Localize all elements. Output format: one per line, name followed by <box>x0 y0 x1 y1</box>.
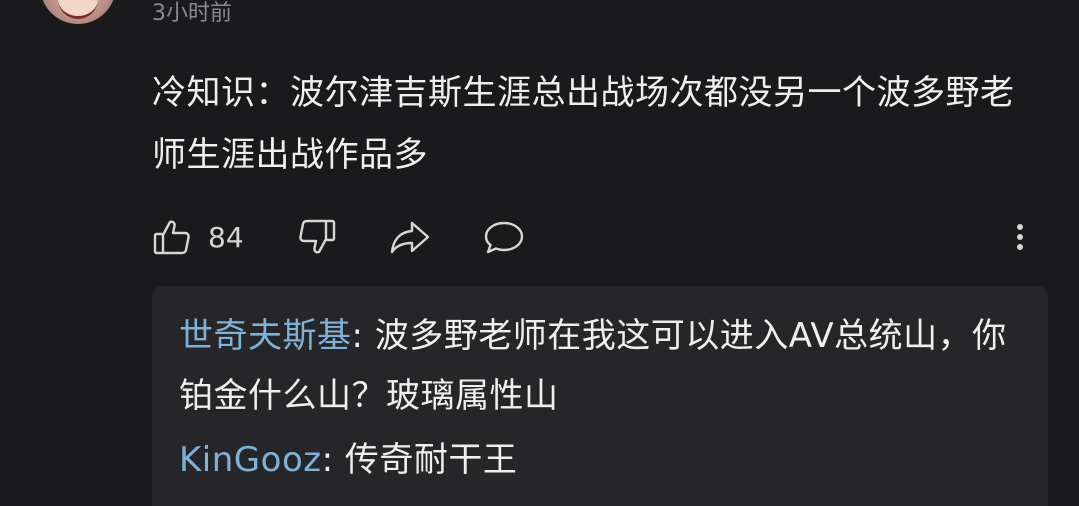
reply-bubble-icon <box>482 217 526 257</box>
avatar[interactable] <box>40 0 116 24</box>
comment-timestamp: 3小时前 <box>152 1 232 26</box>
thumbs-up-icon <box>152 217 192 257</box>
reply-button[interactable] <box>482 213 526 261</box>
thumbs-down-icon <box>297 217 337 257</box>
more-vertical-icon <box>1010 217 1030 257</box>
comment-text: 冷知识：波尔津吉斯生涯总出战场次都没另一个波多野老师生涯出战作品多 <box>152 73 1015 175</box>
share-button[interactable] <box>388 213 432 261</box>
share-icon <box>388 217 432 257</box>
reply-item: KinGooz: 传奇耐干王 <box>179 430 1019 490</box>
avatar-image <box>58 0 98 19</box>
like-button[interactable]: 84 <box>152 213 244 261</box>
dislike-button[interactable] <box>297 213 337 261</box>
reply-item-partial <box>179 498 379 506</box>
reply-text: 传奇耐干王 <box>344 440 518 480</box>
reply-separator: : <box>351 316 375 356</box>
like-count: 84 <box>208 220 244 254</box>
more-options-button[interactable] <box>1010 213 1030 261</box>
reply-author[interactable]: 世奇夫斯基 <box>179 316 352 356</box>
comment-action-bar: 84 <box>152 213 1042 261</box>
reply-author[interactable]: KinGooz <box>179 440 322 480</box>
reply-item: 世奇夫斯基: 波多野老师在我这可以进入AV总统山，你铂金什么山？玻璃属性山 <box>179 306 1019 426</box>
reply-separator: : <box>321 440 345 480</box>
replies-preview[interactable]: 世奇夫斯基: 波多野老师在我这可以进入AV总统山，你铂金什么山？玻璃属性山 Ki… <box>152 286 1048 506</box>
comment-screen: 3小时前 冷知识：波尔津吉斯生涯总出战场次都没另一个波多野老师生涯出战作品多 8… <box>0 0 1079 506</box>
